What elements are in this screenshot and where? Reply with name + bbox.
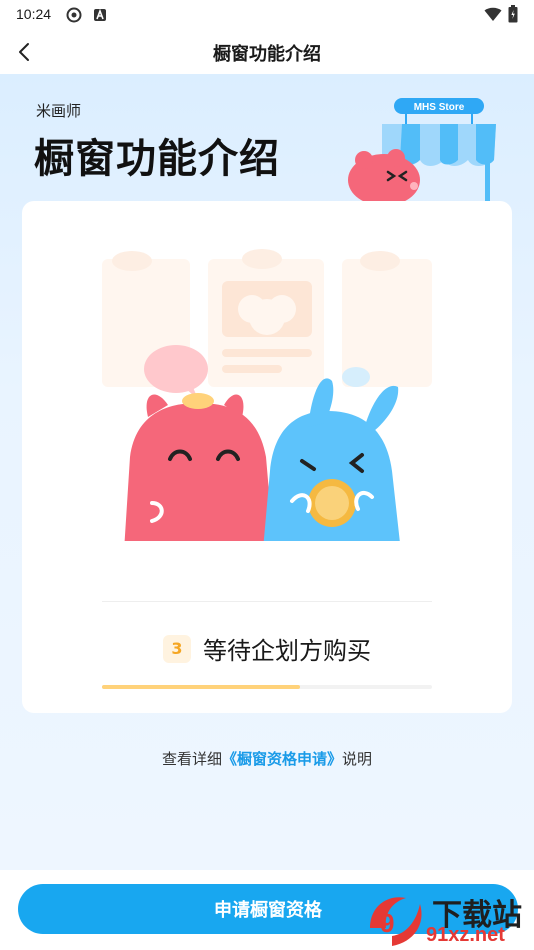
hero-subtitle: 米画师 <box>36 102 82 120</box>
page-title: 橱窗功能介绍 <box>213 44 321 65</box>
status-time: 10:24 <box>16 6 52 22</box>
keyboard-a-icon <box>94 8 106 21</box>
store-illustration: MHS Store <box>348 98 496 204</box>
detail-row: 查看详细《橱窗资格申请》说明 <box>0 748 534 769</box>
svg-text:9: 9 <box>380 908 394 938</box>
info-card: 3 等待企划方购买 <box>22 201 512 713</box>
hero-title: 橱窗功能介绍 <box>34 136 280 182</box>
step-progress-fill <box>102 685 300 689</box>
watermark-emblem: 9 <box>370 897 422 946</box>
step-progress-track <box>102 685 432 689</box>
divider <box>102 601 432 602</box>
detail-prefix: 查看详细 <box>161 750 222 768</box>
step-number-badge: 3 <box>163 634 191 663</box>
status-bar: 10:24 <box>0 0 534 30</box>
watermark-logo: 9 下载站 91xz.net <box>362 888 534 950</box>
sync-icon <box>66 7 82 23</box>
nav-bar: 橱窗功能介绍 <box>0 30 534 74</box>
battery-icon <box>508 5 518 23</box>
wifi-icon <box>484 7 502 21</box>
detail-link[interactable]: 《橱窗资格申请》 <box>222 750 342 768</box>
store-sign: MHS Store <box>414 102 465 113</box>
detail-suffix: 说明 <box>342 750 373 768</box>
main-content: 米画师 橱窗功能介绍 MHS Store 3 等待企划方购买 查看详细《橱窗资格… <box>0 74 534 870</box>
step-row: 3 等待企划方购买 <box>22 631 512 666</box>
watermark-bottom: 91xz.net <box>426 924 505 946</box>
mascots-illustration <box>102 249 432 541</box>
step-label: 等待企划方购买 <box>203 637 371 665</box>
